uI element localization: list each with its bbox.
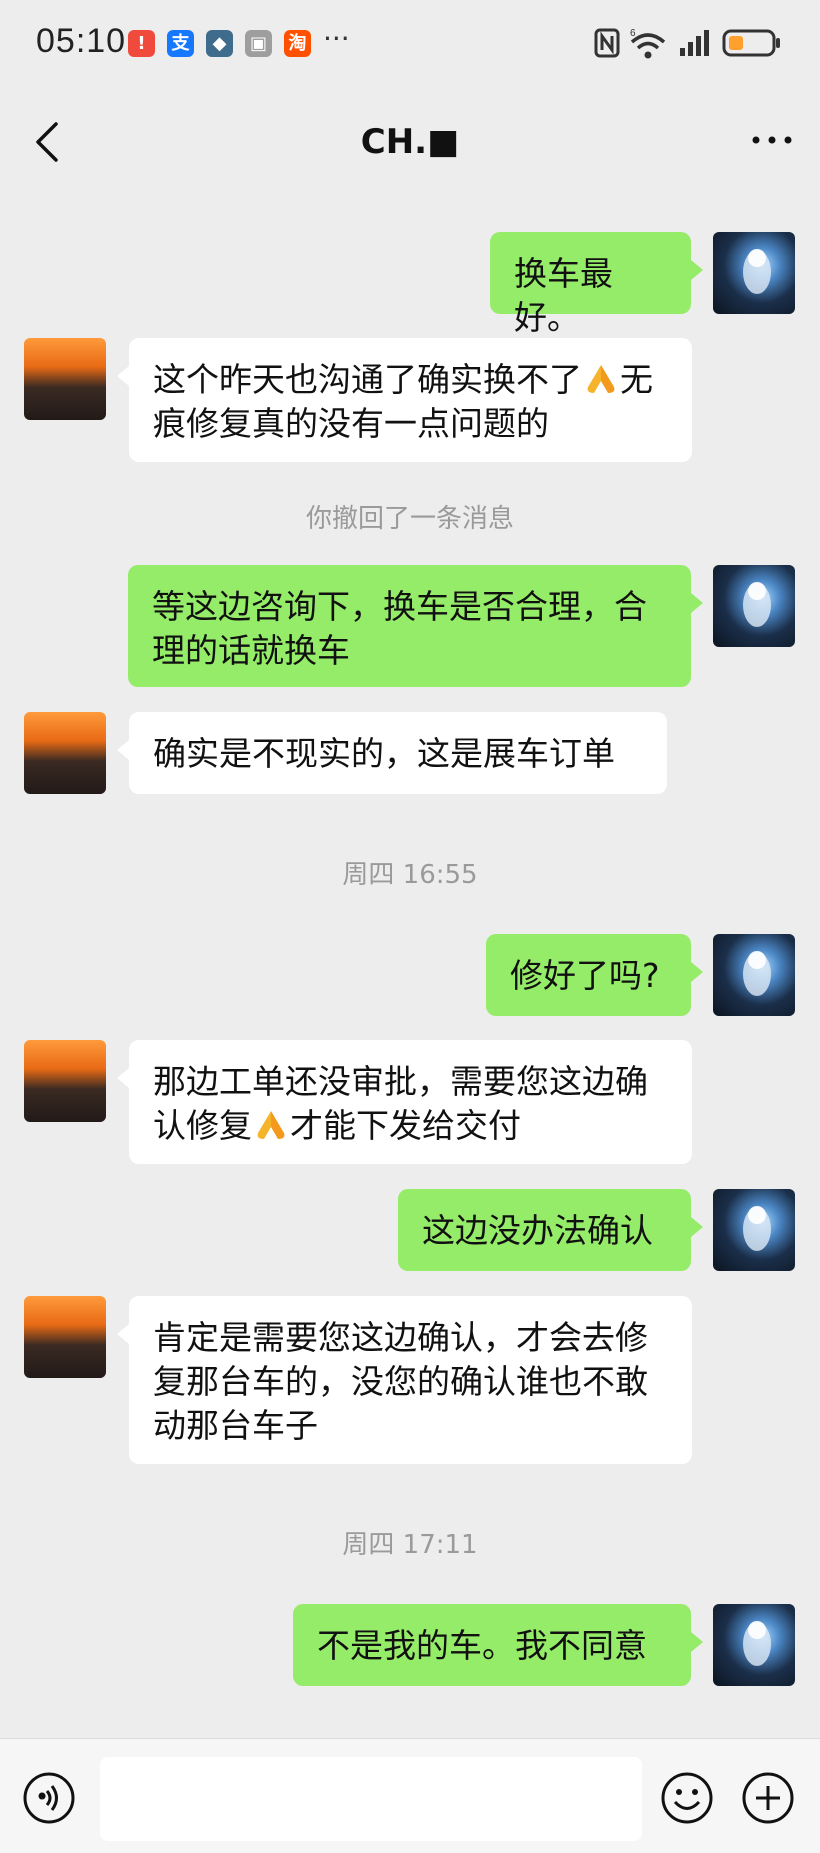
message-bubble-self[interactable]: 不是我的车。我不同意 [293, 1604, 703, 1686]
contact-avatar[interactable] [24, 712, 106, 794]
self-avatar[interactable] [713, 1189, 795, 1271]
taobao-icon: 淘 [284, 30, 311, 57]
more-options-icon[interactable] [750, 128, 794, 152]
voice-input-icon[interactable] [22, 1771, 76, 1825]
status-time: 05:10 [36, 22, 127, 60]
message-bubble-other[interactable]: 这个昨天也沟通了确实换不了 无痕修复真的没有一点问题的 [117, 338, 692, 462]
message-text: 才能下发给交付 [290, 1106, 521, 1145]
self-avatar[interactable] [713, 232, 795, 314]
wifi-icon: 6 [630, 28, 666, 59]
message-input[interactable] [100, 1757, 642, 1841]
contact-avatar[interactable] [24, 1040, 106, 1122]
chat-header: CH.■ [0, 92, 820, 188]
pray-emoji [257, 1111, 285, 1139]
self-avatar[interactable] [713, 1604, 795, 1686]
nfc-icon [594, 28, 620, 58]
self-avatar[interactable] [713, 565, 795, 647]
signal-icon [680, 30, 709, 56]
message-bubble-self[interactable]: 换车最好。 [490, 232, 703, 337]
timestamp: 周四 17:11 [342, 1530, 478, 1560]
emoji-icon[interactable] [660, 1771, 714, 1825]
svg-text:6: 6 [630, 28, 636, 39]
message-text: 这个昨天也沟通了确实换不了 [153, 360, 582, 399]
timestamp: 周四 16:55 [342, 860, 478, 890]
app-icon-3: ◆ [206, 30, 233, 57]
message-bubble-self[interactable]: 等这边咨询下，换车是否合理，合理的话就换车 [128, 565, 703, 687]
status-bar: 05:10 ! 支 ◆ ▣ 淘 ··· 6 [0, 0, 820, 92]
recall-notice: 你撤回了一条消息 [305, 504, 514, 534]
self-avatar[interactable] [713, 934, 795, 1016]
contact-avatar[interactable] [24, 338, 106, 420]
message-bubble-self[interactable]: 修好了吗? [486, 934, 703, 1016]
battery-icon [722, 29, 780, 57]
plus-icon[interactable] [741, 1771, 795, 1825]
chat-title: CH.■ [360, 122, 460, 162]
message-bubble-other[interactable]: 确实是不现实的，这是展车订单 [117, 712, 667, 794]
pray-emoji [587, 365, 615, 393]
app-icon-4: ▣ [245, 30, 272, 57]
more-notifications-icon: ··· [323, 22, 350, 55]
contact-avatar[interactable] [24, 1296, 106, 1378]
message-bubble-self[interactable]: 这边没办法确认 [398, 1189, 703, 1271]
alert-app-icon: ! [128, 30, 155, 57]
input-bar [0, 1738, 820, 1853]
alipay-icon: 支 [167, 30, 194, 57]
message-bubble-other[interactable]: 肯定是需要您这边确认，才会去修复那台车的，没您的确认谁也不敢动那台车子 [117, 1296, 692, 1464]
message-bubble-other[interactable]: 那边工单还没审批，需要您这边确认修复 才能下发给交付 [117, 1040, 692, 1164]
